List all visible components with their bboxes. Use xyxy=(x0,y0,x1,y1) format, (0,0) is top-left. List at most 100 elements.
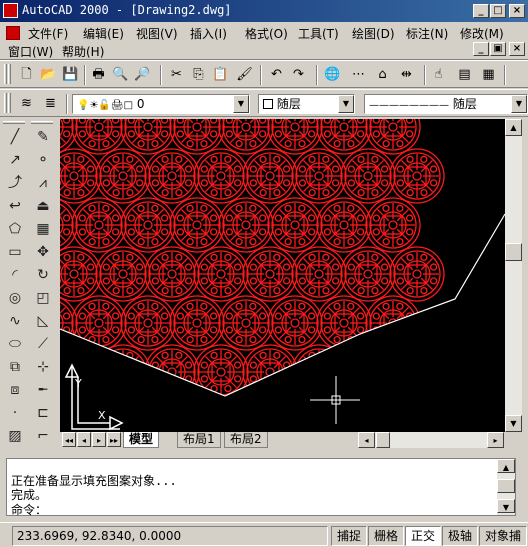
close-button[interactable]: × xyxy=(509,4,525,18)
osnap-toggle[interactable]: 对象捕 xyxy=(479,526,527,546)
distance-icon[interactable]: ⇹ xyxy=(398,66,415,83)
redo-icon[interactable]: ↷ xyxy=(290,66,307,83)
polygon-icon[interactable]: ⬠ xyxy=(5,219,25,239)
design-center-icon[interactable]: ▦ xyxy=(480,66,497,83)
menu-format[interactable]: 格式(O) xyxy=(245,25,288,42)
document-icon[interactable] xyxy=(6,26,20,40)
maximize-button[interactable]: □ xyxy=(490,4,506,18)
arc-icon[interactable]: ◜ xyxy=(5,265,25,285)
hatch-icon[interactable]: ▨ xyxy=(5,426,25,446)
stretch-icon[interactable]: ◺ xyxy=(33,311,53,331)
menu-window[interactable]: 窗口(W) xyxy=(8,43,53,60)
ellipse-icon[interactable]: ⬭ xyxy=(5,334,25,354)
scroll-right-button[interactable]: ▸ xyxy=(487,432,504,448)
trim-icon[interactable]: ⊹ xyxy=(33,357,53,377)
minimize-button[interactable]: _ xyxy=(473,4,489,18)
doc-close-button[interactable]: × xyxy=(509,42,525,56)
menu-view[interactable]: 视图(V) xyxy=(136,25,178,42)
toolbar-grip[interactable] xyxy=(8,93,11,113)
tab-layout1[interactable]: 布局1 xyxy=(177,432,221,448)
menu-dimension[interactable]: 标注(N) xyxy=(406,25,448,42)
block-icon[interactable]: ⧉ xyxy=(5,357,25,377)
scale-icon[interactable]: ◰ xyxy=(33,288,53,308)
toolbar-grip[interactable] xyxy=(3,121,25,124)
find-icon[interactable]: 🔎 xyxy=(134,66,151,83)
tab-next-button[interactable]: ▸ xyxy=(92,432,106,447)
undo-icon[interactable]: ↶ xyxy=(268,66,285,83)
snap-track-icon[interactable]: ⋯ xyxy=(350,66,367,83)
hscroll-thumb[interactable] xyxy=(376,432,390,448)
command-scroll-thumb[interactable] xyxy=(497,479,515,493)
menu-help[interactable]: 帮助(H) xyxy=(62,43,104,60)
circle-icon[interactable]: ◎ xyxy=(5,288,25,308)
mirror-icon[interactable]: ⩘ xyxy=(33,173,53,193)
polar-toggle[interactable]: 极轴 xyxy=(442,526,478,546)
scroll-down-button[interactable]: ▼ xyxy=(505,415,522,432)
menu-file[interactable]: 文件(F) xyxy=(28,25,68,42)
tab-prev-button[interactable]: ◂ xyxy=(77,432,91,447)
scroll-up-button[interactable]: ▲ xyxy=(505,119,522,136)
preview-icon[interactable]: 🔍 xyxy=(112,66,129,83)
new-icon[interactable]: 🗋 xyxy=(18,66,35,83)
break-icon[interactable]: ⊏ xyxy=(33,403,53,423)
horizontal-scrollbar[interactable]: ◂ ▸ xyxy=(358,432,504,448)
line-icon[interactable]: ╱ xyxy=(5,127,25,147)
ucs-icon[interactable]: ⌂ xyxy=(374,66,391,83)
toolbar-grip[interactable] xyxy=(31,121,53,124)
cut-icon[interactable]: ✂ xyxy=(168,66,185,83)
menu-insert[interactable]: 插入(I) xyxy=(190,25,227,42)
point-icon[interactable]: · xyxy=(5,403,25,423)
copy-obj-icon[interactable]: ⚬ xyxy=(33,150,53,170)
insert-icon[interactable]: ⧈ xyxy=(5,380,25,400)
command-window[interactable]: 正在准备显示填充图案对象... 完成。 命令： ▲ ▼ xyxy=(6,458,516,518)
scroll-up-button[interactable]: ▲ xyxy=(497,459,515,473)
copy-icon[interactable]: ⎘ xyxy=(190,66,207,83)
revcloud-icon[interactable]: ∿ xyxy=(5,311,25,331)
doc-minimize-button[interactable]: _ xyxy=(473,42,489,56)
chevron-down-icon[interactable]: ▼ xyxy=(338,95,354,113)
menu-modify[interactable]: 修改(M) xyxy=(460,25,504,42)
color-dropdown[interactable]: 随层 ▼ xyxy=(258,94,355,114)
rectangle-icon[interactable]: ▭ xyxy=(5,242,25,262)
command-prompt[interactable]: 命令： xyxy=(11,501,47,518)
chevron-down-icon[interactable]: ▼ xyxy=(233,95,249,113)
array-icon[interactable]: ▦ xyxy=(33,219,53,239)
toolbar-grip[interactable] xyxy=(4,93,7,113)
move-icon[interactable]: ✥ xyxy=(33,242,53,262)
doc-restore-button[interactable]: ▣ xyxy=(490,42,506,56)
menu-tools[interactable]: 工具(T) xyxy=(298,25,339,42)
layer-manager-icon[interactable]: ≋ xyxy=(18,95,35,112)
tab-last-button[interactable]: ▸▸ xyxy=(107,432,121,447)
scroll-down-button[interactable]: ▼ xyxy=(497,499,515,513)
tab-layout2[interactable]: 布局2 xyxy=(224,432,268,448)
pan-icon[interactable]: ☝ xyxy=(430,66,447,83)
extend-icon[interactable]: ╾ xyxy=(33,380,53,400)
save-icon[interactable]: 💾 xyxy=(62,66,79,83)
layer-dropdown[interactable]: 💡☀🔓🖨□ 0 ▼ xyxy=(72,94,250,114)
grid-toggle[interactable]: 栅格 xyxy=(368,526,404,546)
layer-previous-icon[interactable]: ≣ xyxy=(42,95,59,112)
lengthen-icon[interactable]: ⟋ xyxy=(33,334,53,354)
menu-edit[interactable]: 编辑(E) xyxy=(83,25,124,42)
menu-draw[interactable]: 绘图(D) xyxy=(352,25,395,42)
properties-icon[interactable]: ▤ xyxy=(456,66,473,83)
rotate-icon[interactable]: ↻ xyxy=(33,265,53,285)
print-icon[interactable]: 🖶 xyxy=(90,66,107,83)
erase-icon[interactable]: ✎ xyxy=(33,127,53,147)
xline-icon[interactable]: ↗ xyxy=(5,150,25,170)
command-scrollbar[interactable]: ▲ ▼ xyxy=(497,459,515,515)
tab-model[interactable]: 模型 xyxy=(123,432,160,448)
tab-first-button[interactable]: ◂◂ xyxy=(62,432,76,447)
vertical-scrollbar[interactable]: ▲ ▼ xyxy=(505,119,522,432)
drawing-canvas[interactable]: Y X xyxy=(60,119,505,432)
toolbar-grip[interactable] xyxy=(8,64,11,84)
toolbar-grip[interactable] xyxy=(4,64,7,84)
pline-icon[interactable]: ⤴ xyxy=(5,173,25,193)
offset-icon[interactable]: ⏏ xyxy=(33,196,53,216)
spline-undo-icon[interactable]: ↩ xyxy=(5,196,25,216)
snap-toggle[interactable]: 捕捉 xyxy=(331,526,367,546)
web-icon[interactable]: 🌐 xyxy=(324,66,341,83)
scroll-left-button[interactable]: ◂ xyxy=(358,432,375,448)
ortho-toggle[interactable]: 正交 xyxy=(405,526,441,546)
open-icon[interactable]: 📂 xyxy=(40,66,57,83)
